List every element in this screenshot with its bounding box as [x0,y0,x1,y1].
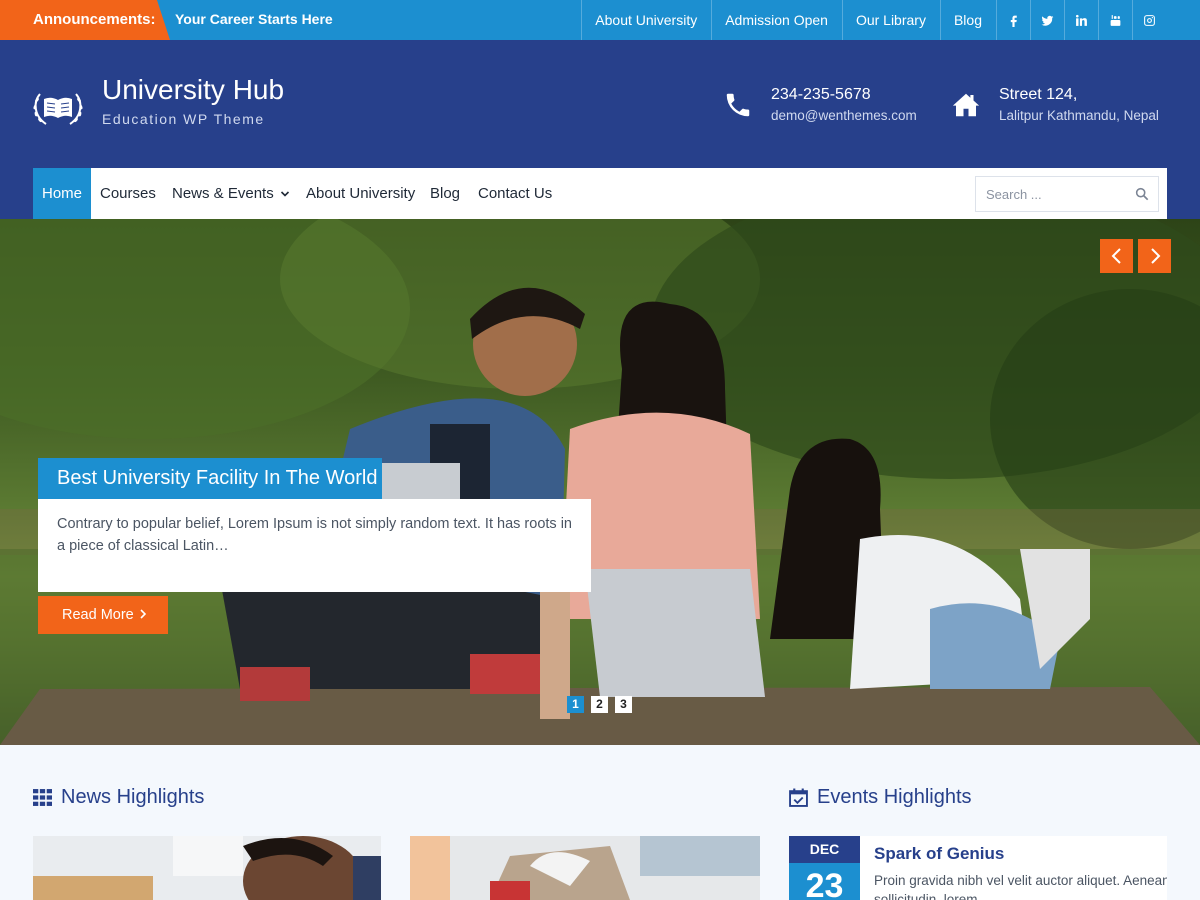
event-item[interactable]: DEC 23 Spark of Genius Proin gravida nib… [789,836,1167,900]
slide-excerpt: Contrary to popular belief, Lorem Ipsum … [38,499,591,592]
youtube-icon[interactable] [1098,0,1132,40]
chevron-right-icon [1150,248,1160,264]
linkedin-icon[interactable] [1064,0,1098,40]
slider-next-button[interactable] [1138,239,1171,273]
news-image [410,836,760,900]
nav-item-news-events-label: News & Events [172,185,274,202]
address-line-1: Street 124, [999,86,1078,103]
nav-item-blog[interactable]: Blog [430,168,460,219]
announcement-text[interactable]: Your Career Starts Here [175,0,333,38]
top-link-our-library[interactable]: Our Library [841,0,940,40]
news-highlights-title: News Highlights [33,786,204,809]
event-title[interactable]: Spark of Genius [874,844,1004,864]
top-links: About University Admission Open Our Libr… [581,0,1166,40]
event-excerpt: Proin gravida nibh vel velit auctor aliq… [874,873,1167,900]
news-card-image[interactable] [410,836,760,900]
logo-icon[interactable] [30,88,86,128]
nav-item-about-university[interactable]: About University [306,168,415,219]
news-image [33,836,381,900]
email-address[interactable]: demo@wenthemes.com [771,108,917,123]
news-highlights-label: News Highlights [61,786,205,808]
nav-item-home[interactable]: Home [33,168,92,219]
calendar-check-icon [789,788,808,807]
grid-icon [33,789,52,806]
slide-title[interactable]: Best University Facility In The World [38,458,382,499]
announcement-label: Announcements: [0,0,170,40]
top-bar: Announcements: Your Career Starts Here A… [0,0,1200,40]
phone-icon [726,93,750,117]
facebook-icon[interactable] [996,0,1030,40]
site-title[interactable]: University Hub [102,74,284,106]
top-link-about-university[interactable]: About University [581,0,711,40]
nav-item-contact-us[interactable]: Contact Us [478,168,552,219]
event-date-badge: DEC 23 [789,836,860,900]
chevron-right-icon [140,609,146,619]
event-month: DEC [789,836,860,863]
nav-item-news-events[interactable]: News & Events [172,168,290,219]
home-icon [952,93,980,117]
search-box [975,176,1159,212]
events-highlights-title: Events Highlights [789,786,972,809]
news-card-image[interactable] [33,836,381,900]
search-icon[interactable] [1135,187,1149,201]
main-navigation: Home Courses News & Events About Univers… [33,168,1167,219]
slider-page-1[interactable]: 1 [567,696,584,713]
read-more-label: Read More [62,607,134,623]
top-link-admission-open[interactable]: Admission Open [711,0,842,40]
hero-slider: Best University Facility In The World Co… [0,219,1200,745]
event-day: 23 [805,867,844,900]
chevron-down-icon [280,191,289,197]
events-highlights-label: Events Highlights [817,786,972,808]
slider-pagination: 1 2 3 [567,696,632,713]
site-tagline: Education WP Theme [102,111,265,127]
phone-number[interactable]: 234-235-5678 [771,86,871,104]
top-link-blog[interactable]: Blog [939,0,996,40]
read-more-button[interactable]: Read More [38,596,168,634]
chevron-left-icon [1111,248,1121,264]
slider-page-2[interactable]: 2 [591,696,608,713]
instagram-icon[interactable] [1132,0,1166,40]
slider-prev-button[interactable] [1100,239,1133,273]
twitter-icon[interactable] [1030,0,1064,40]
nav-item-courses[interactable]: Courses [100,168,156,219]
search-input[interactable] [976,177,1126,211]
slider-page-3[interactable]: 3 [615,696,632,713]
address-line-2: Lalitpur Kathmandu, Nepal [999,108,1159,123]
